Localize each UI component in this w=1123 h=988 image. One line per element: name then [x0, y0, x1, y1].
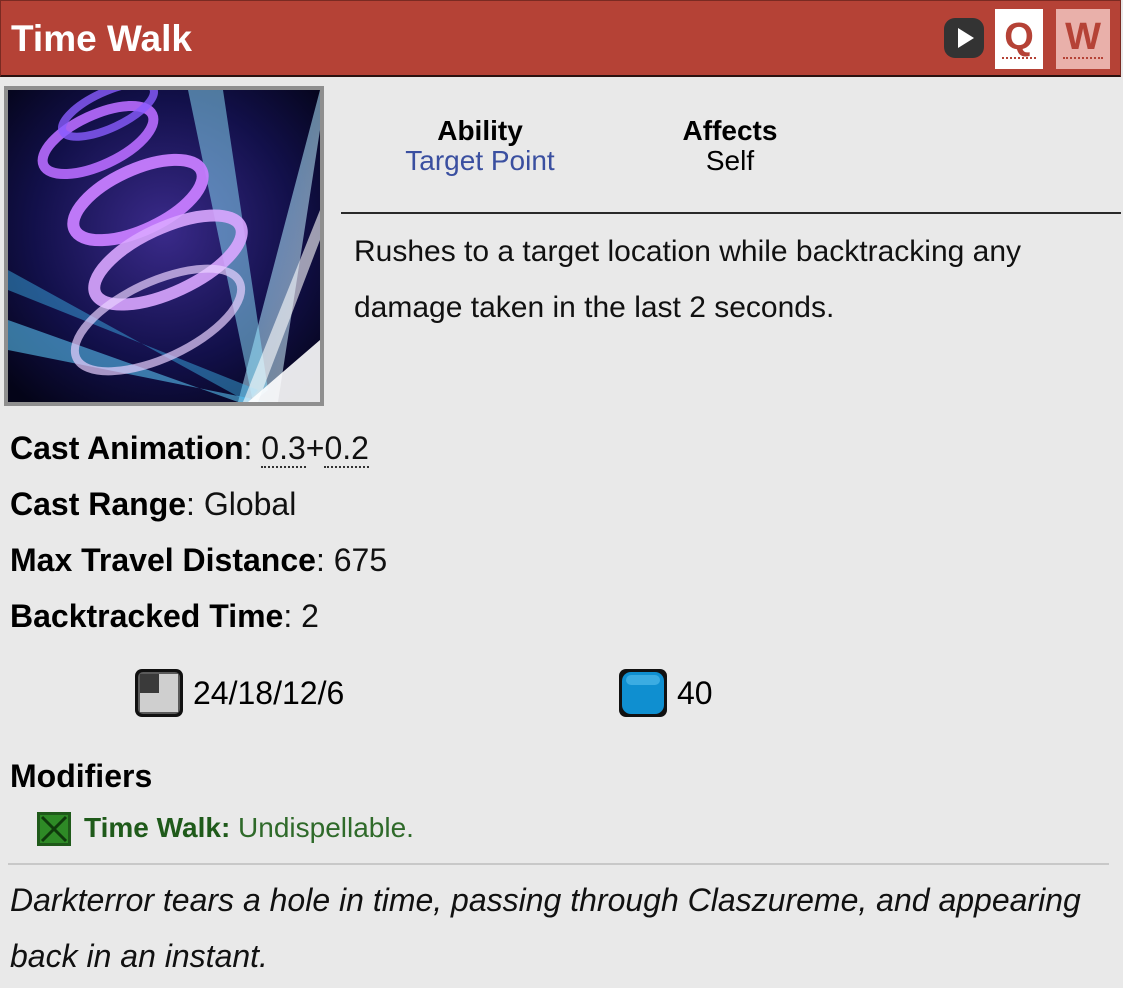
cast-point-value[interactable]: 0.3: [261, 430, 306, 468]
hotkey-w-label: W: [1063, 16, 1103, 59]
modifier-name: Time Walk:: [84, 812, 231, 843]
ability-type-link[interactable]: Target Point: [405, 145, 554, 176]
stat-value: 675: [333, 542, 388, 578]
ability-type: Ability Target Point: [380, 116, 580, 176]
play-sound-button[interactable]: [944, 18, 984, 58]
stat-value: 2: [301, 598, 319, 634]
ability-card: Time Walk Q W Ability Target Point Affec…: [0, 0, 1123, 988]
lore-divider: [8, 863, 1109, 865]
modifiers-heading: Modifiers: [10, 758, 153, 794]
stat-max-travel-distance: Max Travel Distance: 675: [10, 540, 387, 580]
ability-icon: [4, 86, 324, 406]
stat-cast-range: Cast Range: Global: [10, 484, 296, 524]
stat-label: Cast Animation: [10, 430, 244, 466]
stat-separator: :: [315, 542, 334, 578]
cooldown-icon: [135, 669, 183, 717]
hotkey-q-button[interactable]: Q: [995, 9, 1043, 69]
cooldown-value: 24/18/12/6: [193, 675, 345, 711]
mana-cost: 40: [618, 668, 768, 718]
play-icon: [958, 28, 974, 48]
stat-value: Global: [203, 486, 297, 522]
ability-affects: Affects Self: [640, 116, 820, 176]
affects-label: Affects: [682, 115, 778, 146]
stat-separator: :: [243, 430, 262, 466]
mana-value: 40: [677, 675, 713, 711]
ability-lore: Darkterror tears a hole in time, passing…: [10, 882, 1081, 974]
time-walk-icon: [8, 90, 320, 402]
header-divider: [341, 212, 1121, 214]
ability-title: Time Walk: [11, 18, 192, 59]
stat-separator: :: [283, 598, 302, 634]
affects-value: Self: [705, 145, 755, 176]
stat-backtracked-time: Backtracked Time: 2: [10, 596, 319, 636]
stat-label: Max Travel Distance: [10, 542, 316, 578]
stat-label: Cast Range: [10, 486, 187, 522]
cooldown: 24/18/12/6: [134, 668, 394, 718]
ability-type-label: Ability: [437, 115, 523, 146]
buff-icon: [37, 812, 71, 846]
stat-label: Backtracked Time: [10, 598, 284, 634]
mana-icon: [619, 669, 667, 717]
modifier-value: Undispellable.: [230, 812, 414, 843]
cast-backswing-value[interactable]: 0.2: [324, 430, 369, 468]
stat-separator: :: [186, 486, 204, 522]
ability-header: Time Walk Q W: [0, 0, 1121, 77]
stat-cast-animation: Cast Animation: 0.3+0.2: [10, 428, 369, 468]
plus-sign: +: [305, 430, 325, 466]
ability-description: Rushes to a target location while backtr…: [354, 235, 1022, 324]
hotkey-w-button[interactable]: W: [1056, 9, 1110, 69]
hotkey-q-label: Q: [1002, 16, 1036, 59]
